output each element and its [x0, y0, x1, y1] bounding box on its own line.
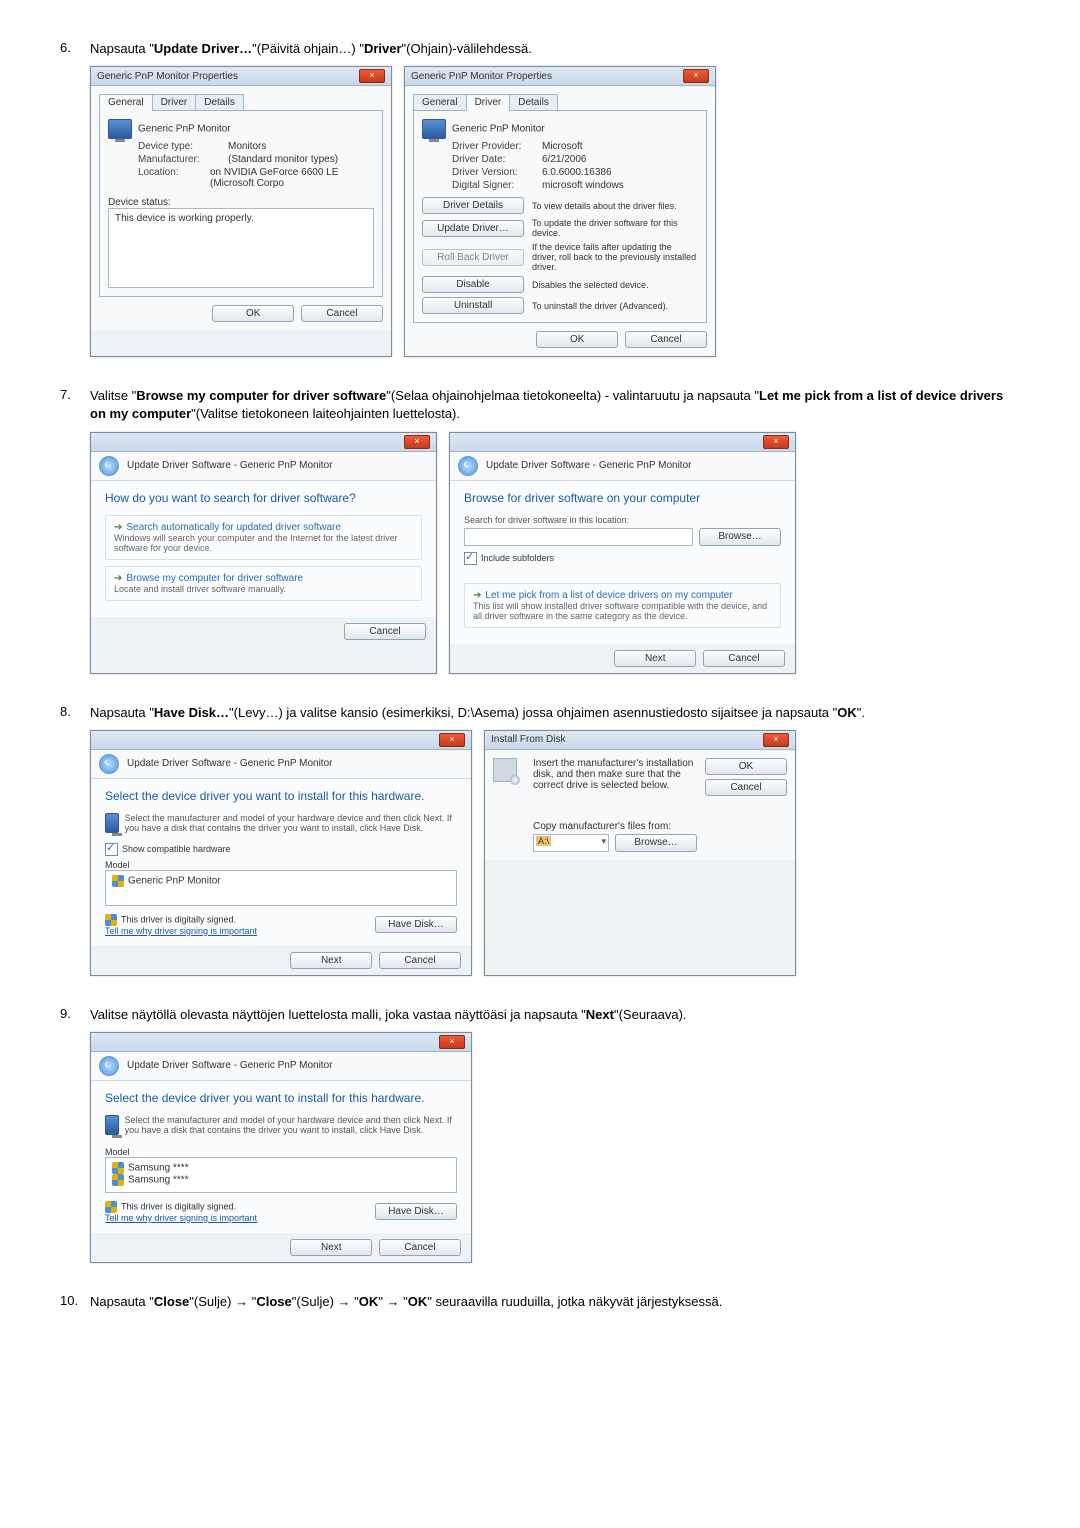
dialog-update-wizard-search: × Update Driver Software - Generic PnP M… — [90, 432, 437, 674]
shield-icon — [105, 914, 117, 926]
wizard-title: Update Driver Software - Generic PnP Mon… — [486, 460, 691, 471]
step-9-text: Valitse näytöllä olevasta näyttöjen luet… — [90, 1006, 1020, 1024]
step-number: 8. — [60, 704, 90, 976]
wizard-heading: Select the device driver you want to ins… — [105, 1091, 457, 1105]
device-status-label: Device status: — [108, 197, 374, 208]
shield-icon — [105, 1201, 117, 1213]
dialog-install-from-disk: Install From Disk × Insert the manufactu… — [484, 730, 796, 976]
tab-details[interactable]: Details — [195, 94, 244, 111]
ok-button[interactable]: OK — [212, 305, 294, 322]
tab-details[interactable]: Details — [509, 94, 558, 111]
model-label: Model — [105, 860, 457, 870]
signing-info-link[interactable]: Tell me why driver signing is important — [105, 926, 257, 936]
option-pick-from-list[interactable]: ➔Let me pick from a list of device drive… — [464, 583, 781, 628]
include-subfolders-checkbox[interactable] — [464, 552, 477, 565]
back-icon[interactable] — [458, 456, 478, 476]
wizard-title: Update Driver Software - Generic PnP Mon… — [127, 758, 332, 769]
dialog-select-model: × Update Driver Software - Generic PnP M… — [90, 1032, 472, 1263]
option-search-auto[interactable]: ➔Search automatically for updated driver… — [105, 515, 422, 560]
close-icon[interactable]: × — [763, 733, 789, 747]
model-listbox[interactable]: Generic PnP Monitor — [105, 870, 457, 906]
driver-details-button[interactable]: Driver Details — [422, 197, 524, 214]
wizard-title: Update Driver Software - Generic PnP Mon… — [127, 1060, 332, 1071]
dialog-title: Generic PnP Monitor Properties — [97, 71, 238, 82]
back-icon[interactable] — [99, 754, 119, 774]
location-field[interactable] — [464, 528, 693, 546]
dialog-properties-general: Generic PnP Monitor Properties × General… — [90, 66, 392, 357]
wizard-heading: Select the device driver you want to ins… — [105, 789, 457, 803]
browse-button[interactable]: Browse… — [699, 528, 781, 546]
close-icon[interactable]: × — [683, 69, 709, 83]
model-label: Model — [105, 1147, 457, 1157]
close-icon[interactable]: × — [439, 1035, 465, 1049]
back-icon[interactable] — [99, 1056, 119, 1076]
dialog-title: Generic PnP Monitor Properties — [411, 71, 552, 82]
rollback-driver-button: Roll Back Driver — [422, 249, 524, 266]
disable-button[interactable]: Disable — [422, 276, 524, 293]
shield-icon — [112, 1174, 124, 1186]
signing-info-link[interactable]: Tell me why driver signing is important — [105, 1213, 257, 1223]
cancel-button[interactable]: Cancel — [705, 779, 787, 796]
tab-general[interactable]: General — [99, 94, 153, 111]
monitor-icon — [422, 119, 446, 139]
dialog-select-driver: × Update Driver Software - Generic PnP M… — [90, 730, 472, 976]
wizard-heading: How do you want to search for driver sof… — [105, 491, 422, 505]
update-driver-button[interactable]: Update Driver… — [422, 220, 524, 237]
monitor-icon — [105, 1115, 119, 1135]
close-icon[interactable]: × — [763, 435, 789, 449]
have-disk-button[interactable]: Have Disk… — [375, 1203, 457, 1220]
ok-button[interactable]: OK — [536, 331, 618, 348]
step-number: 10. — [60, 1293, 90, 1319]
cancel-button[interactable]: Cancel — [625, 331, 707, 348]
next-button[interactable]: Next — [290, 952, 372, 969]
tab-driver[interactable]: Driver — [466, 94, 511, 111]
cancel-button[interactable]: Cancel — [301, 305, 383, 322]
close-icon[interactable]: × — [404, 435, 430, 449]
option-browse-computer[interactable]: ➔Browse my computer for driver software … — [105, 566, 422, 601]
cancel-button[interactable]: Cancel — [379, 1239, 461, 1256]
next-button[interactable]: Next — [614, 650, 696, 667]
device-name: Generic PnP Monitor — [452, 124, 545, 135]
tab-general[interactable]: General — [413, 94, 467, 111]
tab-driver[interactable]: Driver — [152, 94, 197, 111]
copy-from-label: Copy manufacturer's files from: — [533, 821, 697, 832]
cancel-button[interactable]: Cancel — [344, 623, 426, 640]
close-icon[interactable]: × — [359, 69, 385, 83]
back-icon[interactable] — [99, 456, 119, 476]
ok-button[interactable]: OK — [705, 758, 787, 775]
wizard-title: Update Driver Software - Generic PnP Mon… — [127, 460, 332, 471]
wizard-heading: Browse for driver software on your compu… — [464, 491, 781, 505]
have-disk-button[interactable]: Have Disk… — [375, 916, 457, 933]
shield-icon — [112, 875, 124, 887]
model-listbox[interactable]: Samsung **** Samsung **** — [105, 1157, 457, 1193]
browse-button[interactable]: Browse… — [615, 834, 697, 852]
step-8-text: Napsauta "Have Disk…"(Levy…) ja valitse … — [90, 704, 1020, 722]
show-compatible-checkbox[interactable] — [105, 843, 118, 856]
device-name: Generic PnP Monitor — [138, 124, 231, 135]
path-field[interactable]: A:\ ▾ — [533, 834, 609, 852]
cancel-button[interactable]: Cancel — [703, 650, 785, 667]
search-location-label: Search for driver software in this locat… — [464, 515, 781, 525]
step-number: 9. — [60, 1006, 90, 1263]
monitor-icon — [108, 119, 132, 139]
disk-icon — [493, 758, 517, 782]
step-7-text: Valitse "Browse my computer for driver s… — [90, 387, 1020, 423]
install-disk-message: Insert the manufacturer's installation d… — [533, 758, 697, 791]
device-status-box: This device is working properly. — [108, 208, 374, 288]
next-button[interactable]: Next — [290, 1239, 372, 1256]
step-number: 6. — [60, 40, 90, 357]
step-number: 7. — [60, 387, 90, 673]
step-10-text: Napsauta "Close"(Sulje) → "Close"(Sulje)… — [90, 1293, 1020, 1311]
dialog-title: Install From Disk — [491, 734, 565, 745]
shield-icon — [112, 1162, 124, 1174]
close-icon[interactable]: × — [439, 733, 465, 747]
uninstall-button[interactable]: Uninstall — [422, 297, 524, 314]
dialog-properties-driver: Generic PnP Monitor Properties × General… — [404, 66, 716, 357]
monitor-icon — [105, 813, 119, 833]
dialog-update-wizard-browse: × Update Driver Software - Generic PnP M… — [449, 432, 796, 674]
step-6-text: Napsauta "Update Driver…"(Päivitä ohjain… — [90, 40, 1020, 58]
cancel-button[interactable]: Cancel — [379, 952, 461, 969]
